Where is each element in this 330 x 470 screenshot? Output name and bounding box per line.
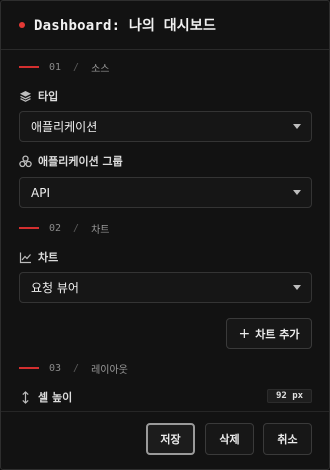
section-accent-bar: [19, 66, 39, 68]
chart-label-text: 차트: [38, 251, 59, 264]
type-label: 타입: [19, 88, 58, 104]
app-group-select[interactable]: API: [19, 177, 312, 208]
section-header-chart: 02 / 차트: [19, 221, 110, 236]
section-slash: /: [73, 362, 80, 374]
app-group-label: 애플리케이션 그룹: [19, 153, 123, 169]
panel-header: Dashboard: 나의 대시보드: [1, 1, 329, 50]
cell-height-label: 셀 높이: [19, 389, 72, 405]
chevron-down-icon: [293, 190, 301, 195]
chart-select[interactable]: 요청 뷰어: [19, 272, 312, 303]
chart-select-value: 요청 뷰어: [31, 281, 79, 295]
add-chart-button[interactable]: + 차트 추가: [226, 318, 312, 349]
delete-button[interactable]: 삭제: [205, 423, 254, 455]
cancel-button[interactable]: 취소: [263, 423, 312, 455]
line-chart-icon: [19, 252, 31, 263]
section-number: 03: [49, 362, 62, 374]
section-number: 01: [49, 61, 62, 73]
type-select-value: 애플리케이션: [31, 120, 98, 134]
section-header-source: 01 / 소스: [19, 60, 110, 75]
section-header-layout: 03 / 레이아웃: [19, 361, 128, 376]
cell-height-label-text: 셀 높이: [38, 391, 73, 404]
chart-label: 차트: [19, 249, 58, 265]
chevron-down-icon: [293, 285, 301, 290]
section-slash: /: [73, 61, 80, 73]
dashboard-settings-panel: Dashboard: 나의 대시보드 01 / 소스 타입 애플리케이션 애플리…: [0, 0, 330, 470]
section-accent-bar: [19, 367, 39, 369]
section-slash: /: [73, 222, 80, 234]
page-title: Dashboard: 나의 대시보드: [34, 18, 217, 34]
vertical-resize-icon: [22, 390, 29, 404]
cell-height-value[interactable]: 92 px: [267, 389, 312, 403]
chevron-down-icon: [293, 124, 301, 129]
add-chart-button-label: 차트 추가: [255, 327, 300, 341]
type-label-text: 타입: [38, 90, 59, 103]
section-number: 02: [49, 222, 62, 234]
status-dot: [19, 22, 25, 28]
group-icon: [19, 154, 32, 167]
app-group-select-value: API: [31, 185, 50, 200]
section-name: 차트: [91, 224, 110, 236]
type-select[interactable]: 애플리케이션: [19, 111, 312, 142]
section-name: 소스: [91, 63, 110, 75]
save-button[interactable]: 저장: [146, 423, 195, 455]
layers-icon: [20, 90, 31, 102]
section-accent-bar: [19, 227, 39, 229]
section-name: 레이아웃: [91, 364, 128, 376]
plus-icon: +: [238, 325, 251, 342]
app-group-label-text: 애플리케이션 그룹: [38, 155, 123, 168]
